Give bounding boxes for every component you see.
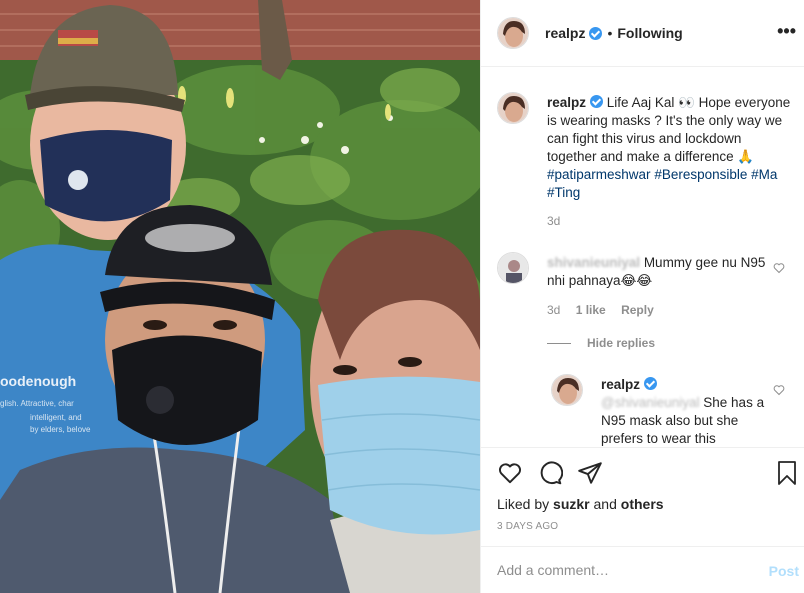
svg-text:by elders, belove: by elders, belove: [30, 425, 91, 434]
comment-icon[interactable]: [537, 460, 563, 486]
comment-avatar-wrap: [497, 252, 529, 284]
add-comment-bar: Post: [481, 546, 804, 593]
caption-time[interactable]: 3d: [547, 214, 560, 228]
post-actions: Liked by suzkr and others 3 DAYS AGO Pos…: [481, 447, 804, 593]
avatar[interactable]: [497, 92, 529, 124]
svg-text:intelligent, and: intelligent, and: [30, 413, 82, 422]
hide-replies-label[interactable]: Hide replies: [587, 336, 655, 350]
reply-avatar-wrap: [551, 374, 583, 406]
selfie-photo-illustration: oodenough glish. Attractive, char intell…: [0, 0, 480, 593]
comment-meta: 3d 1 like Reply: [547, 303, 666, 317]
reply-button[interactable]: Reply: [621, 303, 654, 317]
liked-by: Liked by suzkr and others: [497, 496, 664, 512]
comment-input[interactable]: [497, 562, 747, 578]
instagram-post-modal: oodenough glish. Attractive, char intell…: [0, 0, 804, 593]
hashtag-link[interactable]: #patiparmeshwar: [547, 167, 651, 182]
divider: [547, 342, 571, 344]
caption: realpz Life Aaj Kal 👀 Hope everyone is w…: [547, 94, 791, 202]
following-button[interactable]: Following: [617, 25, 682, 41]
hashtag-link[interactable]: #Beresponsible: [654, 167, 747, 182]
comment-time[interactable]: 3d: [547, 303, 560, 317]
hashtag-link[interactable]: #Ting: [547, 185, 580, 200]
liked-by-others[interactable]: others: [621, 496, 664, 512]
liked-by-user[interactable]: suzkr: [553, 496, 590, 512]
post-photo[interactable]: oodenough glish. Attractive, char intell…: [0, 0, 480, 593]
liked-by-and: and: [593, 496, 617, 512]
heart-icon[interactable]: [773, 384, 785, 396]
reply-mention[interactable]: @shivanieuniyal: [601, 395, 700, 410]
post-button[interactable]: Post: [769, 563, 799, 579]
caption-avatar-wrap: [497, 92, 529, 124]
bookmark-icon[interactable]: [775, 460, 799, 486]
svg-text:glish. Attractive, char: glish. Attractive, char: [0, 399, 74, 408]
post-header: realpz • Following •••: [481, 0, 804, 67]
separator-dot: •: [607, 25, 613, 41]
caption-username[interactable]: realpz: [547, 95, 586, 110]
share-icon[interactable]: [577, 460, 603, 486]
hashtag-link[interactable]: #Ma: [751, 167, 777, 182]
post-details-panel: realpz • Following ••• realpz Life Aaj K…: [480, 0, 804, 593]
heart-icon[interactable]: [497, 460, 523, 486]
avatar[interactable]: [551, 374, 583, 406]
reply-username[interactable]: realpz: [601, 377, 640, 392]
post-username[interactable]: realpz: [545, 25, 585, 41]
comment-username[interactable]: shivanieuniyal: [547, 255, 640, 270]
comment-likes[interactable]: 1 like: [576, 303, 606, 317]
svg-text:oodenough: oodenough: [0, 373, 76, 389]
hide-replies[interactable]: Hide replies: [547, 336, 667, 350]
verified-badge-icon: [590, 95, 604, 108]
more-options-icon[interactable]: •••: [777, 22, 796, 40]
comments-section[interactable]: realpz Life Aaj Kal 👀 Hope everyone is w…: [481, 68, 804, 446]
liked-by-prefix: Liked by: [497, 496, 550, 512]
avatar[interactable]: [497, 17, 529, 49]
heart-icon[interactable]: [773, 262, 785, 274]
comment: shivanieuniyal Mummy gee nu N95 nhi pahn…: [547, 254, 769, 290]
verified-badge-icon: [589, 26, 603, 40]
post-date[interactable]: 3 DAYS AGO: [497, 521, 558, 532]
avatar[interactable]: [497, 252, 529, 284]
reply: realpz @shivanieuniyal She has a N95 mas…: [601, 376, 765, 446]
caption-meta: 3d: [547, 214, 572, 228]
verified-badge-icon: [644, 377, 658, 390]
